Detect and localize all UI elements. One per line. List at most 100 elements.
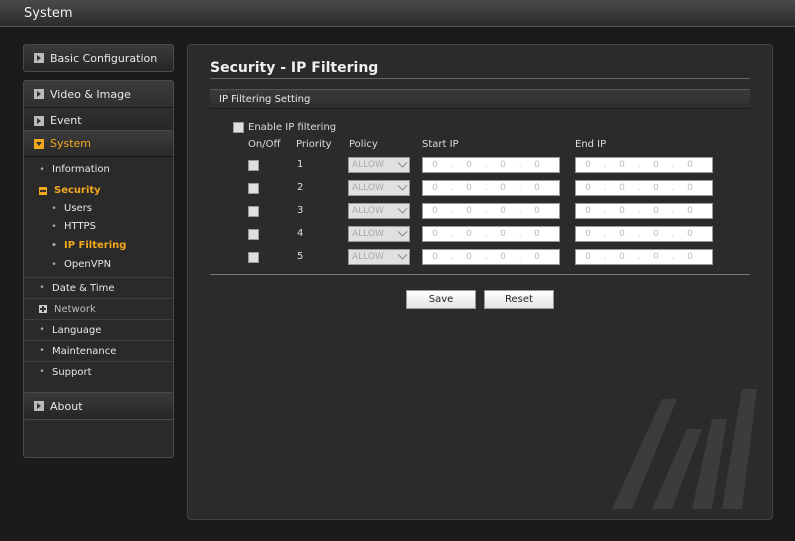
sidebar-item-language[interactable]: • Language bbox=[24, 319, 173, 340]
policy-select[interactable]: ALLOW bbox=[348, 203, 410, 219]
ip-octet[interactable]: 0 bbox=[423, 160, 447, 170]
ip-octet[interactable]: 0 bbox=[423, 229, 447, 239]
policy-select[interactable]: ALLOW bbox=[348, 226, 410, 242]
ip-octet[interactable]: 0 bbox=[525, 160, 549, 170]
enable-ip-filtering-label: Enable IP filtering bbox=[248, 122, 337, 133]
priority-value: 2 bbox=[297, 182, 304, 193]
ip-octet[interactable]: 0 bbox=[491, 229, 515, 239]
menu-label: Language bbox=[52, 324, 102, 336]
ip-octet[interactable]: 0 bbox=[678, 206, 702, 216]
start-ip-field[interactable]: 0.0.0.0 bbox=[422, 226, 560, 242]
ip-octet[interactable]: 0 bbox=[491, 252, 515, 262]
reset-button[interactable]: Reset bbox=[484, 290, 554, 309]
policy-select[interactable]: ALLOW bbox=[348, 157, 410, 173]
sidebar-item-information[interactable]: • Information bbox=[24, 159, 173, 180]
sidebar-item-basic-configuration[interactable]: Basic Configuration bbox=[24, 45, 173, 71]
sidebar-item-label: Video & Image bbox=[50, 87, 131, 101]
ip-octet[interactable]: 0 bbox=[678, 252, 702, 262]
ip-octet[interactable]: 0 bbox=[644, 206, 668, 216]
menu-label: HTTPS bbox=[64, 221, 96, 232]
ip-separator: . bbox=[603, 206, 607, 216]
ip-octet[interactable]: 0 bbox=[610, 183, 634, 193]
row-enable-checkbox[interactable] bbox=[248, 160, 259, 171]
ip-separator: . bbox=[450, 229, 454, 239]
ip-octet[interactable]: 0 bbox=[576, 229, 600, 239]
sidebar-item-ip-filtering[interactable]: • IP Filtering bbox=[24, 235, 173, 256]
menu-label: Information bbox=[52, 164, 110, 175]
ip-separator: . bbox=[518, 160, 522, 170]
start-ip-field[interactable]: 0.0.0.0 bbox=[422, 249, 560, 265]
ip-separator: . bbox=[603, 160, 607, 170]
sidebar-item-about[interactable]: About bbox=[24, 393, 173, 419]
end-ip-field[interactable]: 0.0.0.0 bbox=[575, 157, 713, 173]
sidebar-item-label: System bbox=[50, 137, 92, 150]
column-header-end-ip: End IP bbox=[575, 139, 607, 150]
ip-separator: . bbox=[450, 160, 454, 170]
save-button[interactable]: Save bbox=[406, 290, 476, 309]
end-ip-field[interactable]: 0.0.0.0 bbox=[575, 226, 713, 242]
start-ip-field[interactable]: 0.0.0.0 bbox=[422, 157, 560, 173]
ip-octet[interactable]: 0 bbox=[576, 183, 600, 193]
ip-octet[interactable]: 0 bbox=[423, 206, 447, 216]
ip-octet[interactable]: 0 bbox=[423, 252, 447, 262]
ip-octet[interactable]: 0 bbox=[644, 160, 668, 170]
sidebar-item-network[interactable]: Network bbox=[24, 298, 173, 319]
enable-ip-filtering-checkbox[interactable] bbox=[233, 122, 244, 133]
ip-octet[interactable]: 0 bbox=[644, 252, 668, 262]
ip-octet[interactable]: 0 bbox=[678, 183, 702, 193]
row-enable-checkbox[interactable] bbox=[248, 229, 259, 240]
policy-select[interactable]: ALLOW bbox=[348, 180, 410, 196]
ip-octet[interactable]: 0 bbox=[457, 206, 481, 216]
ip-octet[interactable]: 0 bbox=[610, 229, 634, 239]
ip-octet[interactable]: 0 bbox=[678, 229, 702, 239]
end-ip-field[interactable]: 0.0.0.0 bbox=[575, 249, 713, 265]
column-header-priority: Priority bbox=[296, 139, 332, 150]
ip-octet[interactable]: 0 bbox=[610, 160, 634, 170]
ip-octet[interactable]: 0 bbox=[610, 206, 634, 216]
sidebar-item-video-image[interactable]: Video & Image bbox=[24, 81, 173, 107]
end-ip-field[interactable]: 0.0.0.0 bbox=[575, 203, 713, 219]
ip-octet[interactable]: 0 bbox=[525, 229, 549, 239]
ip-octet[interactable]: 0 bbox=[457, 160, 481, 170]
ip-separator: . bbox=[637, 252, 641, 262]
sidebar-item-https[interactable]: • HTTPS bbox=[24, 216, 173, 237]
start-ip-field[interactable]: 0.0.0.0 bbox=[422, 180, 560, 196]
sidebar-item-maintenance[interactable]: • Maintenance bbox=[24, 340, 173, 361]
ip-octet[interactable]: 0 bbox=[491, 160, 515, 170]
policy-value: ALLOW bbox=[352, 160, 384, 170]
ip-octet[interactable]: 0 bbox=[610, 252, 634, 262]
end-ip-field[interactable]: 0.0.0.0 bbox=[575, 180, 713, 196]
ip-octet[interactable]: 0 bbox=[644, 229, 668, 239]
ip-octet[interactable]: 0 bbox=[491, 206, 515, 216]
sidebar-item-support[interactable]: • Support bbox=[24, 361, 173, 382]
ip-octet[interactable]: 0 bbox=[457, 229, 481, 239]
ip-octet[interactable]: 0 bbox=[576, 252, 600, 262]
ip-separator: . bbox=[450, 183, 454, 193]
collapse-arrow-icon bbox=[34, 138, 44, 149]
ip-octet[interactable]: 0 bbox=[457, 183, 481, 193]
ip-octet[interactable]: 0 bbox=[423, 183, 447, 193]
start-ip-field[interactable]: 0.0.0.0 bbox=[422, 203, 560, 219]
policy-select[interactable]: ALLOW bbox=[348, 249, 410, 265]
ip-octet[interactable]: 0 bbox=[576, 206, 600, 216]
ip-octet[interactable]: 0 bbox=[576, 160, 600, 170]
ip-octet[interactable]: 0 bbox=[644, 183, 668, 193]
ip-octet[interactable]: 0 bbox=[491, 183, 515, 193]
chevron-down-icon bbox=[397, 226, 408, 237]
sidebar-item-system[interactable]: System bbox=[24, 131, 173, 157]
bullet-icon: • bbox=[51, 221, 57, 232]
row-enable-checkbox[interactable] bbox=[248, 206, 259, 217]
sidebar-item-openvpn[interactable]: • OpenVPN bbox=[24, 254, 173, 275]
ip-octet[interactable]: 0 bbox=[678, 160, 702, 170]
row-enable-checkbox[interactable] bbox=[248, 183, 259, 194]
row-enable-checkbox[interactable] bbox=[248, 252, 259, 263]
ip-octet[interactable]: 0 bbox=[525, 206, 549, 216]
ip-octet[interactable]: 0 bbox=[457, 252, 481, 262]
ip-octet[interactable]: 0 bbox=[525, 183, 549, 193]
ip-octet[interactable]: 0 bbox=[525, 252, 549, 262]
sidebar-item-date-time[interactable]: • Date & Time bbox=[24, 277, 173, 298]
expand-arrow-icon bbox=[34, 115, 44, 126]
menu-label: Security bbox=[54, 185, 101, 196]
content-panel: Security - IP Filtering IP Filtering Set… bbox=[187, 44, 773, 520]
ip-separator: . bbox=[603, 183, 607, 193]
